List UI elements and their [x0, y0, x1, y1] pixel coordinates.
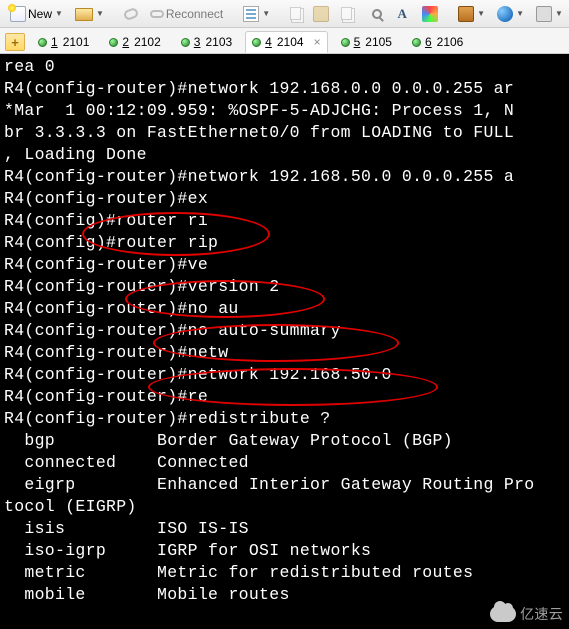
tab-label: 2102 — [134, 35, 161, 49]
chevron-down-icon: ▼ — [55, 9, 63, 18]
status-dot-icon — [181, 38, 190, 47]
new-file-icon — [10, 6, 26, 22]
color-button[interactable] — [417, 3, 443, 25]
reconnect-button[interactable]: Reconnect — [145, 4, 228, 24]
chevron-down-icon: ▼ — [262, 9, 270, 18]
add-tab-button[interactable]: + — [5, 33, 25, 51]
watermark: 亿速云 — [490, 603, 563, 625]
tab-index: 5 — [354, 35, 361, 49]
find-button[interactable] — [367, 6, 387, 22]
tab-session-2105[interactable]: 5 2105 — [334, 31, 399, 53]
color-icon — [422, 6, 438, 22]
paste-icon — [313, 6, 329, 22]
list-button[interactable]: ▼ — [238, 3, 275, 25]
status-dot-icon — [412, 38, 421, 47]
tab-label: 2101 — [63, 35, 90, 49]
tab-session-2101[interactable]: 1 2101 — [31, 31, 96, 53]
tab-bar: + 1 2101 2 2102 3 2103 4 2104 × 5 2105 6 2106 — [0, 28, 569, 54]
tab-label: 2106 — [437, 35, 464, 49]
tab-label: 2105 — [365, 35, 392, 49]
copy-button[interactable] — [285, 4, 306, 23]
connect-button[interactable] — [119, 6, 143, 22]
clipboard-button[interactable]: ▼ — [531, 3, 568, 25]
tab-label: 2104 — [277, 35, 304, 49]
chevron-down-icon: ▼ — [555, 9, 563, 18]
list-icon — [243, 6, 259, 22]
copy-icon — [341, 7, 352, 20]
new-button[interactable]: New ▼ — [5, 3, 68, 25]
clipboard-icon — [536, 6, 552, 22]
tab-session-2103[interactable]: 3 2103 — [174, 31, 239, 53]
chevron-down-icon: ▼ — [477, 9, 485, 18]
terminal-text: rea 0 R4(config-router)#network 192.168.… — [4, 56, 565, 606]
folder-open-icon — [75, 8, 93, 21]
package-icon — [458, 6, 474, 22]
reconnect-label: Reconnect — [166, 7, 223, 21]
font-button[interactable]: A — [389, 3, 415, 25]
tab-label: 2103 — [205, 35, 232, 49]
chevron-down-icon: ▼ — [516, 9, 524, 18]
package-button[interactable]: ▼ — [453, 3, 490, 25]
search-icon — [372, 9, 382, 19]
tab-index: 4 — [265, 35, 272, 49]
close-tab-icon[interactable]: × — [314, 35, 321, 49]
status-dot-icon — [341, 38, 350, 47]
tab-index: 2 — [122, 35, 129, 49]
main-toolbar: New ▼ ▼ Reconnect ▼ A ▼ ▼ ▼ ▼ — [0, 0, 569, 28]
new-label: New — [28, 7, 52, 21]
status-dot-icon — [109, 38, 118, 47]
link-icon — [123, 6, 140, 20]
cloud-icon — [490, 606, 516, 622]
copy-icon — [290, 7, 301, 20]
terminal-output[interactable]: rea 0 R4(config-router)#network 192.168.… — [0, 54, 569, 629]
copy2-button[interactable] — [336, 4, 357, 23]
watermark-text: 亿速云 — [520, 603, 563, 625]
tab-session-2102[interactable]: 2 2102 — [102, 31, 167, 53]
tab-session-2104[interactable]: 4 2104 × — [245, 31, 327, 53]
globe-button[interactable]: ▼ — [492, 3, 529, 25]
status-dot-icon — [252, 38, 261, 47]
paste-button[interactable] — [308, 3, 334, 25]
tab-index: 3 — [194, 35, 201, 49]
globe-icon — [497, 6, 513, 22]
tab-index: 6 — [425, 35, 432, 49]
status-dot-icon — [38, 38, 47, 47]
open-button[interactable]: ▼ — [70, 3, 109, 24]
font-icon: A — [394, 6, 410, 22]
tab-index: 1 — [51, 35, 58, 49]
reconnect-icon — [150, 10, 164, 18]
chevron-down-icon: ▼ — [96, 9, 104, 18]
tab-session-2106[interactable]: 6 2106 — [405, 31, 470, 53]
